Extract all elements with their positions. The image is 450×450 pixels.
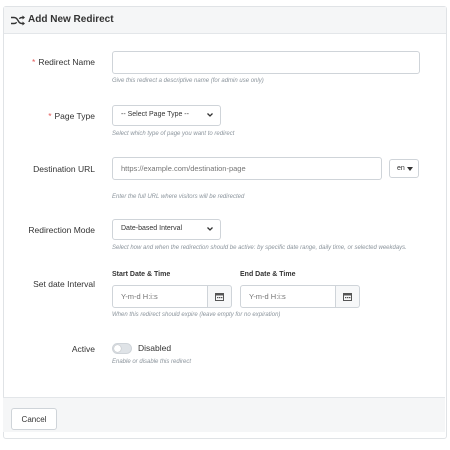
page-title: Add New Redirect (28, 14, 114, 25)
page-type-label-text: Page Type (54, 111, 96, 121)
end-date-input[interactable] (240, 285, 336, 308)
panel-header: Add New Redirect (4, 7, 446, 34)
redirection-mode-select[interactable]: Date-based Interval (112, 219, 221, 240)
redirection-mode-help: Select how and when the redirection shou… (112, 245, 407, 251)
end-date-label: End Date & Time (240, 271, 296, 278)
active-state-label: Disabled (138, 343, 172, 353)
redirection-mode-label: Redirection Mode (28, 225, 95, 235)
panel-footer: Cancel (3, 397, 445, 432)
redirect-name-label-text: Redirect Name (38, 57, 95, 67)
page-type-selected: -- Select Page Type -- (121, 111, 189, 118)
shuffle-icon (11, 15, 25, 26)
destination-url-input[interactable] (112, 157, 382, 180)
chevron-down-icon (207, 227, 213, 231)
toggle-knob (114, 345, 121, 352)
start-date-calendar-button[interactable] (208, 285, 232, 308)
active-toggle[interactable] (112, 343, 132, 354)
redirect-name-label: * Redirect Name (0, 57, 95, 67)
page-type-label: * Page Type (0, 111, 95, 121)
chevron-down-icon (207, 113, 213, 117)
language-value: en (397, 165, 405, 172)
start-date-label: Start Date & Time (112, 271, 171, 278)
cancel-button[interactable]: Cancel (11, 408, 57, 430)
language-dropdown[interactable]: en (389, 159, 419, 178)
required-mark: * (32, 57, 36, 67)
page-type-select[interactable]: -- Select Page Type -- (112, 105, 221, 126)
calendar-icon (343, 293, 352, 301)
redirect-name-help: Give this redirect a descriptive name (f… (112, 78, 264, 84)
caret-down-icon (407, 167, 413, 171)
calendar-icon (215, 293, 224, 301)
redirection-mode-selected: Date-based Interval (121, 225, 183, 232)
page-type-help: Select which type of page you want to re… (112, 131, 235, 137)
date-interval-help: When this redirect should expire (leave … (112, 312, 281, 318)
date-interval-label: Set date Interval (33, 279, 95, 289)
active-label: Active (71, 344, 95, 354)
required-mark: * (48, 111, 52, 121)
active-help: Enable or disable this redirect (112, 359, 192, 365)
destination-url-label: Destination URL (33, 164, 95, 174)
destination-url-help: Enter the full URL where visitors will b… (112, 194, 245, 200)
start-date-input[interactable] (112, 285, 208, 308)
redirect-name-input[interactable] (112, 51, 420, 74)
end-date-calendar-button[interactable] (336, 285, 360, 308)
